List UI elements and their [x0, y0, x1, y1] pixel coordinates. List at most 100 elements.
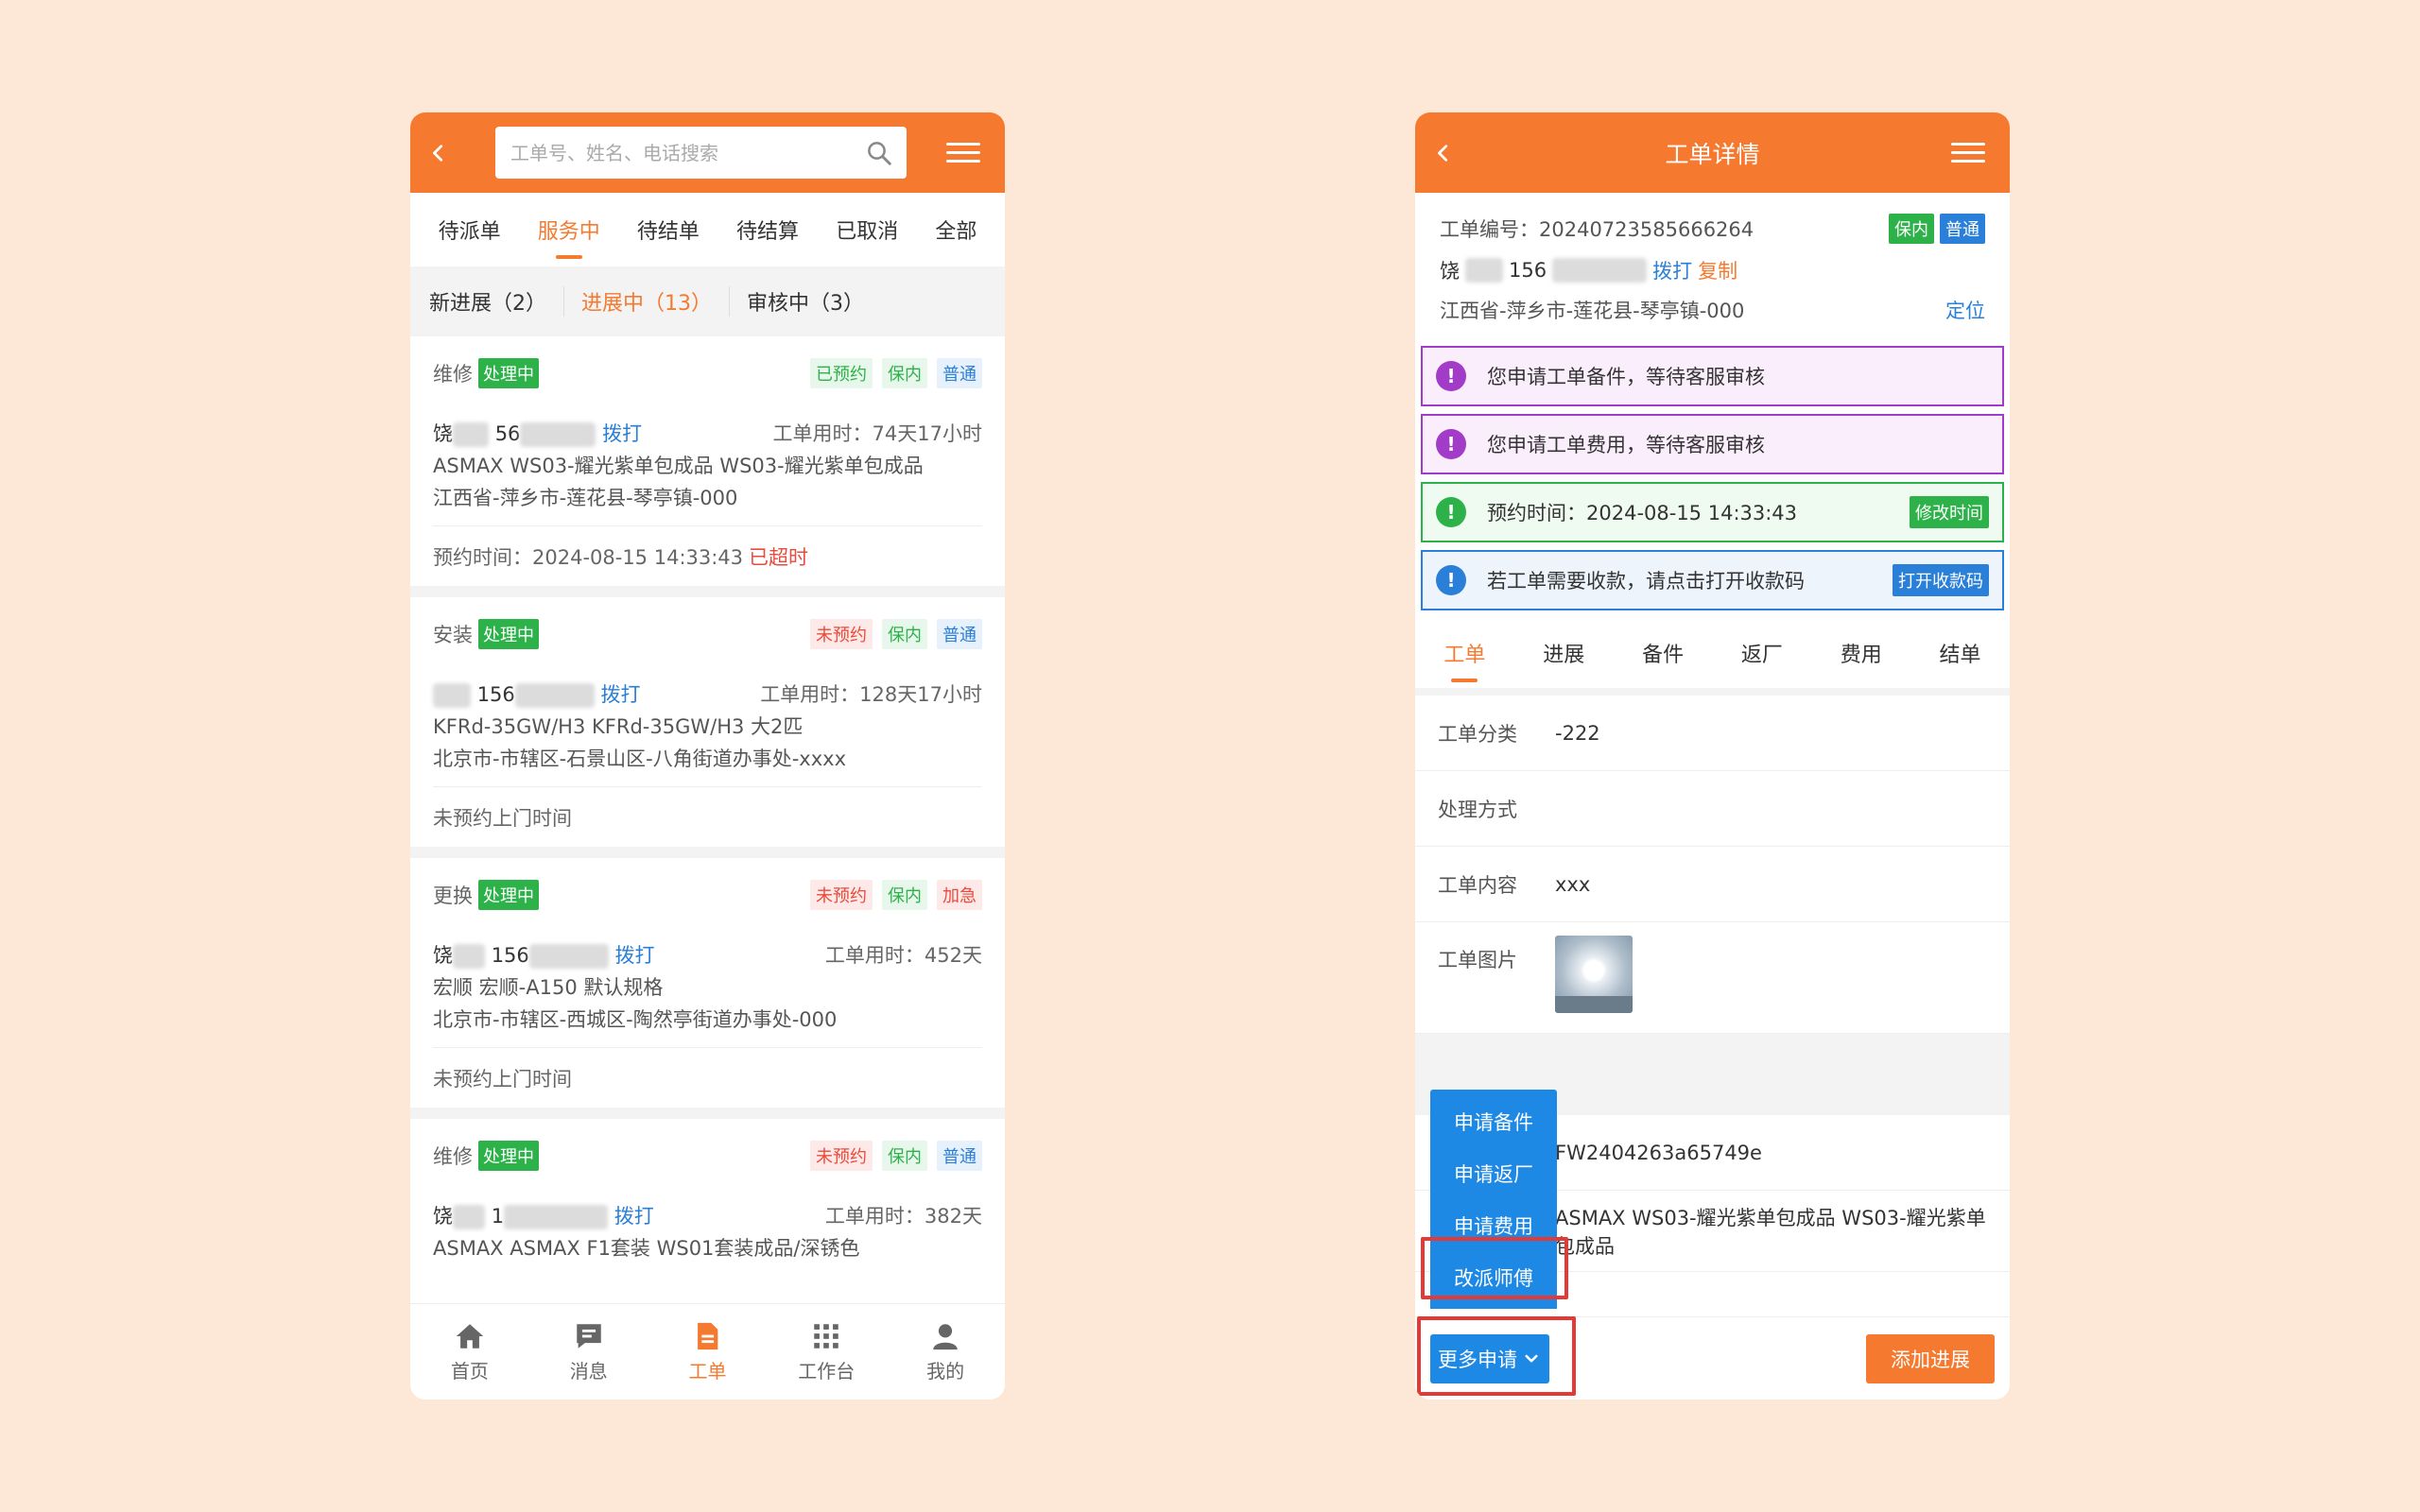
status-badge: 处理中	[478, 1141, 539, 1171]
tab-pending-settle[interactable]: 待结算	[736, 193, 799, 266]
user-icon	[933, 1324, 958, 1350]
status-badge: 处理中	[478, 358, 539, 388]
chevron-left-icon	[433, 144, 443, 162]
field-label: 工单内容	[1438, 873, 1517, 897]
priority-tag: 普通	[937, 619, 982, 649]
notice-text: 您申请工单备件，等待客服审核	[1487, 366, 1765, 388]
more-apply-button[interactable]: 更多申请	[1430, 1333, 1549, 1383]
tab-return[interactable]: 返厂	[1741, 616, 1783, 690]
modify-time-button[interactable]: 修改时间	[1910, 496, 1989, 528]
tab-pending-dispatch[interactable]: 待派单	[439, 193, 501, 266]
blurred-name	[1465, 258, 1503, 283]
field-label: 工单图片	[1438, 949, 1517, 971]
customer-name: 饶	[433, 422, 453, 445]
blurred-name	[433, 683, 471, 708]
menu-icon[interactable]	[1951, 135, 1985, 169]
tab-fees[interactable]: 费用	[1841, 616, 1882, 690]
call-link[interactable]: 拨打	[600, 683, 640, 706]
bottom-action-bar: 更多申请 添加进展	[1415, 1316, 2010, 1400]
order-card[interactable]: 安装 处理中 未预约 保内 普通 156 拨打 工单用时：128天17小时 KF…	[410, 597, 1005, 847]
address-line: 北京市-市辖区-石景山区-八角街道办事处-xxxx	[433, 747, 847, 770]
nav-label: 我的	[926, 1360, 965, 1383]
product-code: FW2404263a65749e	[1555, 1141, 1762, 1164]
product-line: KFRd-35GW/H3 KFRd-35GW/H3 大2匹	[433, 715, 804, 738]
warranty-badge: 保内	[1889, 214, 1934, 244]
customer-phone: 156	[476, 683, 515, 706]
tab-pending-close[interactable]: 待结单	[637, 193, 700, 266]
blurred-phone	[504, 1205, 609, 1229]
order-info: 工单编号：20240723585666264 保内 普通 饶 156 拨打 复制…	[1415, 193, 2010, 331]
used-time: 工单用时：74天17小时	[772, 422, 982, 445]
sub-tabs: 新进展（2） 进展中（13） 审核中（3）	[410, 266, 1005, 336]
notice-list: ! 您申请工单备件，等待客服审核 ! 您申请工单费用，等待客服审核 ! 预约时间…	[1415, 331, 2010, 610]
top-bar: 工单详情	[1415, 112, 2010, 193]
call-link[interactable]: 拨打	[614, 944, 654, 967]
subtab-under-review[interactable]: 审核中（3）	[729, 286, 881, 317]
nav-orders[interactable]: 工单	[655, 1320, 759, 1383]
call-link[interactable]: 拨打	[1652, 256, 1692, 284]
product-line: ASMAX WS03-耀光紫单包成品 WS03-耀光紫单包成品	[433, 455, 924, 477]
appointment-time: 未预约上门时间	[433, 1067, 572, 1091]
nav-profile[interactable]: 我的	[893, 1320, 997, 1383]
reassign-technician-item[interactable]: 改派师傅	[1430, 1251, 1557, 1303]
tab-parts[interactable]: 备件	[1642, 616, 1684, 690]
priority-tag: 加急	[937, 880, 982, 910]
status-tabs: 待派单 服务中 待结单 待结算 已取消 全部	[410, 193, 1005, 266]
order-card[interactable]: 更换 处理中 未预约 保内 加急 饶 156 拨打 工单用时：452天 宏顺 宏…	[410, 858, 1005, 1108]
apply-parts-item[interactable]: 申请备件	[1430, 1095, 1557, 1147]
tab-all[interactable]: 全部	[935, 193, 977, 266]
order-list-screen: 待派单 服务中 待结单 待结算 已取消 全部 新进展（2） 进展中（13） 审核…	[410, 112, 1005, 1400]
order-card[interactable]: 维修 处理中 已预约 保内 普通 饶 56 拨打 工单用时：74天17小时 AS…	[410, 336, 1005, 586]
order-card[interactable]: 维修 处理中 未预约 保内 普通 饶 1 拨打 工单用时：382天 ASMAX …	[410, 1119, 1005, 1264]
open-payment-code-button[interactable]: 打开收款码	[1893, 564, 1989, 596]
customer-address: 江西省-萍乡市-莲花县-琴亭镇-000	[1440, 300, 1745, 322]
blurred-name	[453, 944, 485, 969]
nav-label: 工作台	[798, 1360, 856, 1383]
customer-phone: 56	[494, 422, 521, 445]
add-progress-button[interactable]: 添加进展	[1866, 1333, 1995, 1383]
customer-name: 饶	[433, 1205, 453, 1228]
tab-in-service[interactable]: 服务中	[538, 193, 600, 266]
address-line: 江西省-萍乡市-莲花县-琴亭镇-000	[433, 487, 738, 509]
appointment-tag: 未预约	[810, 880, 873, 910]
blurred-name	[453, 1205, 485, 1229]
call-link[interactable]: 拨打	[614, 1205, 654, 1228]
tab-cancelled[interactable]: 已取消	[836, 193, 898, 266]
tab-progress[interactable]: 进展	[1543, 616, 1584, 690]
menu-icon[interactable]	[946, 135, 980, 169]
exclamation-icon: !	[1436, 565, 1466, 595]
field-label: 处理方式	[1438, 798, 1517, 821]
order-image-thumbnail[interactable]	[1555, 936, 1633, 1013]
tab-close[interactable]: 结单	[1940, 616, 1981, 690]
nav-workbench[interactable]: 工作台	[774, 1320, 878, 1383]
search-input[interactable]	[510, 141, 865, 164]
nav-label: 消息	[569, 1360, 608, 1383]
nav-messages[interactable]: 消息	[537, 1320, 641, 1383]
field-category: 工单分类 -222	[1415, 696, 2010, 771]
back-button[interactable]	[1415, 112, 1472, 193]
subtab-in-progress[interactable]: 进展中（13）	[563, 286, 729, 317]
field-value: xxx	[1555, 872, 1591, 896]
customer-name: 饶	[433, 944, 453, 967]
apply-fee-item[interactable]: 申请费用	[1430, 1199, 1557, 1251]
search-icon[interactable]	[865, 139, 893, 167]
appointment-tag: 已预约	[810, 358, 873, 388]
apply-return-item[interactable]: 申请返厂	[1430, 1147, 1557, 1199]
used-time: 工单用时：382天	[824, 1205, 982, 1228]
top-bar	[410, 112, 1005, 193]
subtab-new-progress[interactable]: 新进展（2）	[429, 286, 563, 317]
tab-order[interactable]: 工单	[1443, 616, 1485, 690]
blurred-phone	[514, 683, 595, 708]
exclamation-icon: !	[1436, 429, 1466, 459]
locate-link[interactable]: 定位	[1945, 296, 1985, 324]
nav-label: 首页	[450, 1360, 489, 1383]
back-button[interactable]	[410, 112, 467, 193]
customer-phone: 156	[491, 944, 529, 967]
detail-tabs: 工单 进展 备件 返厂 费用 结单	[1415, 618, 2010, 696]
order-type: 维修	[433, 1145, 473, 1168]
nav-home[interactable]: 首页	[418, 1320, 522, 1383]
copy-link[interactable]: 复制	[1698, 256, 1737, 284]
appointment-time: 预约时间：2024-08-15 14:33:43	[433, 545, 744, 569]
notice-text: 若工单需要收款，请点击打开收款码	[1487, 570, 1805, 593]
call-link[interactable]: 拨打	[602, 422, 642, 445]
